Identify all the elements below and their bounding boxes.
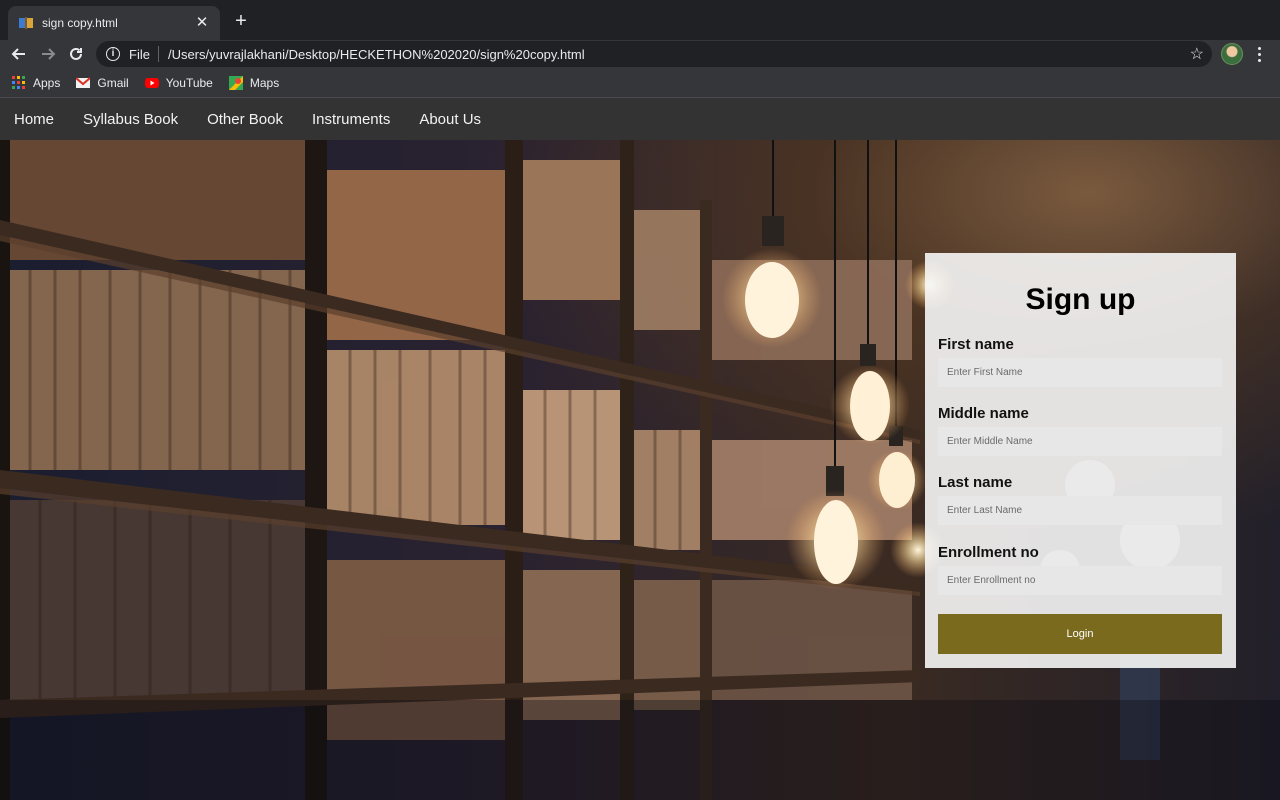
- gmail-icon: [76, 76, 91, 90]
- tab-title: sign copy.html: [42, 16, 118, 30]
- browser-tab[interactable]: sign copy.html ✕: [8, 6, 220, 40]
- form-title: Sign up: [1025, 283, 1136, 316]
- address-url[interactable]: /Users/yuvrajlakhani/Desktop/HECKETHON%2…: [168, 47, 1190, 62]
- bookmark-label: Gmail: [97, 75, 129, 90]
- enrollment-no-label: Enrollment no: [938, 544, 1039, 561]
- bookmark-apps[interactable]: Apps: [12, 75, 61, 90]
- back-arrow-icon[interactable]: [8, 43, 30, 65]
- middle-name-label: Middle name: [938, 405, 1029, 422]
- close-tab-icon[interactable]: ✕: [194, 15, 210, 31]
- login-button[interactable]: Login: [938, 614, 1222, 654]
- page-favicon-icon: [18, 15, 34, 31]
- browser-toolbar: i File /Users/yuvrajlakhani/Desktop/HECK…: [0, 40, 1280, 68]
- signup-form: Sign up First name Middle name Last name…: [925, 253, 1236, 668]
- nav-other-book[interactable]: Other Book: [207, 111, 283, 128]
- maps-icon: [228, 75, 243, 90]
- nav-syllabus-book[interactable]: Syllabus Book: [83, 111, 178, 128]
- last-name-label: Last name: [938, 474, 1013, 491]
- bookmark-maps[interactable]: Maps: [228, 75, 280, 90]
- profile-avatar[interactable]: [1221, 43, 1243, 65]
- address-bar[interactable]: i File /Users/yuvrajlakhani/Desktop/HECK…: [96, 41, 1212, 67]
- bookmarks-bar: Apps Gmail YouTube Maps: [0, 68, 1280, 98]
- middle-name-input[interactable]: [938, 427, 1222, 456]
- address-separator: [157, 46, 159, 62]
- library-background-image: Sign up First name Middle name Last name…: [0, 140, 1280, 800]
- first-name-input[interactable]: [938, 358, 1222, 387]
- bookmark-label: YouTube: [165, 75, 213, 90]
- info-icon[interactable]: i: [106, 47, 120, 61]
- site-navbar: Home Syllabus Book Other Book Instrument…: [0, 98, 1280, 140]
- apps-grid-icon: [12, 75, 26, 90]
- bookmark-label: Maps: [249, 75, 280, 90]
- nav-about-us[interactable]: About Us: [419, 111, 481, 128]
- nav-instruments[interactable]: Instruments: [312, 111, 390, 128]
- new-tab-icon[interactable]: +: [230, 10, 252, 32]
- bookmark-youtube[interactable]: YouTube: [144, 75, 213, 90]
- bookmark-gmail[interactable]: Gmail: [76, 75, 129, 90]
- address-scheme: File: [129, 46, 150, 62]
- first-name-label: First name: [938, 336, 1014, 353]
- forward-arrow-icon[interactable]: [37, 43, 59, 65]
- more-menu-icon[interactable]: [1252, 43, 1266, 65]
- reload-icon[interactable]: [65, 43, 87, 65]
- bookmark-star-icon[interactable]: ☆: [1190, 44, 1204, 64]
- tab-strip: sign copy.html ✕ +: [0, 0, 1280, 40]
- enrollment-no-input[interactable]: [938, 566, 1222, 595]
- youtube-icon: [144, 76, 159, 90]
- bookmark-label: Apps: [33, 75, 61, 90]
- last-name-input[interactable]: [938, 496, 1222, 525]
- web-page: Home Syllabus Book Other Book Instrument…: [0, 98, 1280, 800]
- nav-home[interactable]: Home: [14, 111, 54, 128]
